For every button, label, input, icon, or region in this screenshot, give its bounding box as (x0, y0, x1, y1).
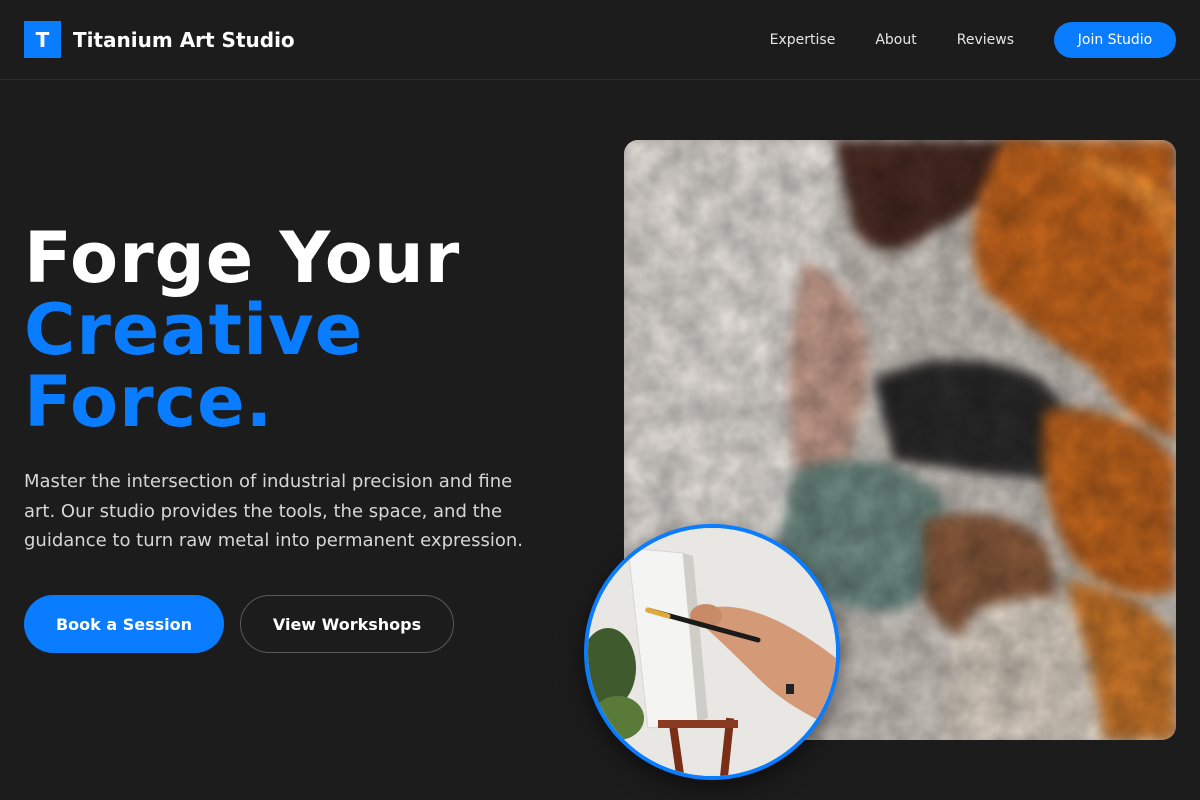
hero-title-line-2: Creative (24, 289, 364, 371)
view-workshops-button[interactable]: View Workshops (240, 595, 454, 653)
site-header: T Titanium Art Studio Expertise About Re… (0, 0, 1200, 80)
nav-link-expertise[interactable]: Expertise (770, 32, 836, 48)
hero-actions: Book a Session View Workshops (24, 595, 454, 653)
hero-title-line-1: Forge Your (24, 217, 461, 299)
book-session-button[interactable]: Book a Session (24, 595, 224, 653)
nav-link-about[interactable]: About (875, 32, 916, 48)
painter-at-easel-image (584, 524, 840, 780)
hero-title: Forge Your Creative Force. (24, 222, 460, 438)
painter-illustration (588, 528, 836, 776)
hero-description: Master the intersection of industrial pr… (24, 471, 523, 551)
brand[interactable]: T Titanium Art Studio (24, 21, 295, 58)
hero-title-line-3: Force. (24, 361, 274, 443)
nav-link-reviews[interactable]: Reviews (957, 32, 1014, 48)
main-nav: Expertise About Reviews Join Studio (770, 21, 1176, 58)
join-studio-button[interactable]: Join Studio (1054, 21, 1176, 58)
logo-mark: T (24, 21, 61, 58)
brand-name: Titanium Art Studio (73, 27, 295, 52)
